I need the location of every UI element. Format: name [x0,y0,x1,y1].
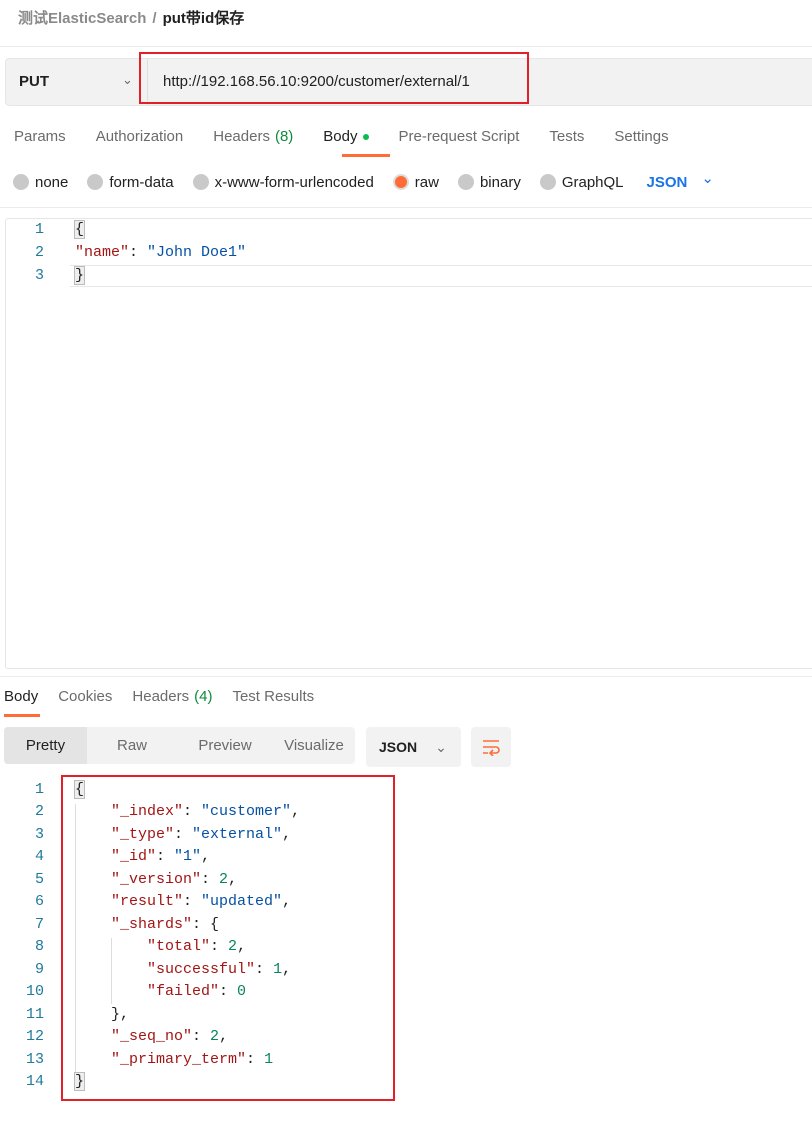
json-key: "name" [75,244,130,261]
breadcrumb: 测试ElasticSearch / put带id保存 [18,7,244,28]
body-set-indicator [362,134,369,141]
line-number: 10 [25,983,44,1001]
line-number: 2 [34,244,44,261]
radio-circle-icon [192,174,209,190]
response-format-select[interactable]: JSON ⌄ [366,727,461,767]
tab-label: Headers [132,688,190,705]
code-line: } [73,266,86,285]
tab-count: (8) [274,128,294,145]
line-number: 8 [34,938,44,956]
line-number: 3 [34,267,44,284]
active-tab-underline [342,154,390,157]
radio-label: GraphQL [561,173,624,191]
json-punctuation: } [73,266,86,285]
json-punctuation: : [129,244,148,261]
chevron-down-icon: ⌄ [435,738,447,755]
radio-binary[interactable]: binary [457,173,521,191]
highlight-box [61,775,395,1101]
line-number: 4 [34,848,44,866]
view-visualize[interactable]: Visualize [273,727,355,764]
active-tab-underline [4,714,40,717]
radio-label: x-www-form-urlencoded [214,173,374,191]
chevron-down-icon[interactable]: ⌄ [701,169,714,187]
radio-label: binary [479,173,521,191]
divider [0,46,812,47]
line-number: 13 [25,1050,44,1068]
line-number: 12 [25,1028,44,1046]
code-line: "name": "John Doe1" [75,244,246,261]
tab-label: Body [323,128,358,145]
wrap-lines-button[interactable] [471,727,511,767]
json-punctuation: { [73,220,86,239]
json-string: "John Doe1" [147,244,247,261]
line-number: 2 [34,803,44,821]
radio-circle-icon [539,174,556,190]
current-line-highlight [70,265,812,287]
divider [0,207,812,208]
tab-label: Authorization [95,128,184,145]
tab-body[interactable]: Body [323,128,369,145]
radio-none[interactable]: none [13,174,68,191]
chevron-down-icon[interactable]: ⌄ [122,72,133,88]
radio-label: form-data [109,173,174,191]
radio-GraphQL[interactable]: GraphQL [539,173,624,191]
radio-x-www-form-urlencoded[interactable]: x-www-form-urlencoded [192,173,374,191]
radio-form-data[interactable]: form-data [87,173,174,191]
radio-circle-icon [457,174,474,190]
tab-tests[interactable]: Tests [549,128,584,145]
response-tab-cookies[interactable]: Cookies [58,688,112,705]
view-raw[interactable]: Raw [87,727,177,764]
request-name[interactable]: put带id保存 [163,10,245,27]
view-mode-toggle: Pretty Raw Preview Visualize [4,727,355,764]
tab-headers[interactable]: Headers (8) [213,128,293,145]
view-pretty[interactable]: Pretty [4,727,87,764]
method-select[interactable]: PUT [19,73,49,90]
response-tab-test-results[interactable]: Test Results [232,688,314,705]
wrap-icon [483,740,500,756]
line-number: 7 [34,915,44,933]
highlight-box [139,52,529,104]
tab-count: (4) [194,688,213,705]
radio-label: none [35,173,69,191]
code-line: { [73,220,86,239]
tab-label: Cookies [58,688,113,705]
tab-pre-request-script[interactable]: Pre-request Script [399,128,520,145]
breadcrumb-separator: / [152,10,157,27]
tab-label: Pre-request Script [398,128,520,145]
line-number: 11 [25,1005,44,1023]
tab-label: Body [4,688,39,705]
response-tab-body[interactable]: Body [4,688,38,705]
radio-label: raw [414,173,439,191]
tab-params[interactable]: Params [14,128,66,145]
radio-raw[interactable]: raw [392,173,439,191]
response-tab-headers[interactable]: Headers (4) [132,688,212,705]
request-code[interactable]: 1 {2 "name": "John Doe1" 3} [0,220,812,300]
tab-settings[interactable]: Settings [614,128,668,145]
tab-label: Params [14,128,66,145]
response-format-label: JSON [379,739,418,755]
line-number: 14 [25,1072,44,1090]
divider [0,676,812,677]
view-preview[interactable]: Preview [177,727,273,764]
radio-circle-icon [392,174,409,190]
body-format-select[interactable]: JSON [647,174,688,191]
tab-label: Settings [614,128,669,145]
line-number: 1 [34,221,44,238]
tab-authorization[interactable]: Authorization [96,128,184,145]
request-tabs: Params Authorization Headers (8) Body Pre-req… [14,128,699,145]
tab-label: Test Results [232,688,315,705]
line-number: 5 [34,870,44,888]
line-number: 9 [34,960,44,978]
radio-circle-icon [13,174,29,190]
radio-circle-icon [87,174,104,190]
line-number: 1 [34,781,44,798]
body-type-radios: none form-data x-www-form-urlencoded raw bin… [13,170,714,191]
line-number: 3 [34,825,44,843]
tab-label: Headers [213,128,270,145]
line-number: 6 [34,893,44,911]
tab-label: Tests [549,128,585,145]
breadcrumb-collection[interactable]: 测试ElasticSearch [18,10,146,27]
response-tabs: Body Cookies Headers (4) Test Results [4,688,334,705]
